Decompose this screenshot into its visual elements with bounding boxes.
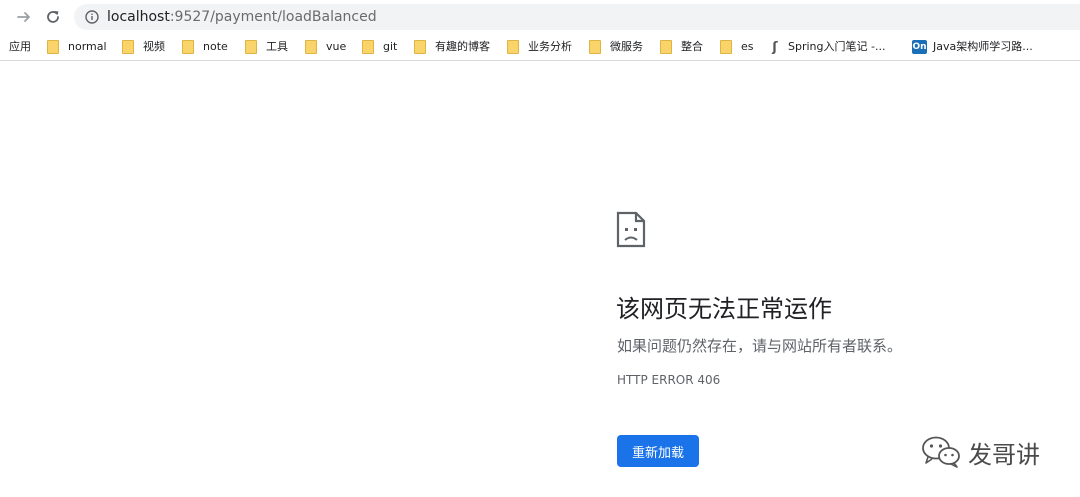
bookmark-integration[interactable]: 整合 xyxy=(660,34,703,60)
folder-icon xyxy=(122,40,134,54)
on-site-icon: On xyxy=(912,40,927,54)
folder-icon xyxy=(245,40,257,54)
url-text[interactable]: localhost:9527/payment/loadBalanced xyxy=(107,9,377,25)
info-icon[interactable] xyxy=(84,9,100,25)
bookmark-normal[interactable]: normal xyxy=(47,34,107,60)
error-code: HTTP ERROR 406 xyxy=(617,373,721,387)
wechat-icon xyxy=(922,436,960,468)
bookmark-vue[interactable]: vue xyxy=(305,34,346,60)
bookmark-spring-notes[interactable]: ʃ Spring入门笔记 -... xyxy=(768,34,885,60)
browser-toolbar: localhost:9527/payment/loadBalanced xyxy=(0,0,1080,34)
bookmarks-bar: 应用 normal 视频 note 工具 vue git 有趣的博客 业务分析 … xyxy=(0,34,1080,61)
reload-icon xyxy=(47,11,59,23)
bookmark-java-architect[interactable]: On Java架构师学习路... xyxy=(912,34,1033,60)
error-description: 如果问题仍然存在，请与网站所有者联系。 xyxy=(617,337,903,355)
folder-icon xyxy=(47,40,59,54)
reload-button[interactable]: 重新加载 xyxy=(617,435,699,467)
folder-icon xyxy=(362,40,374,54)
bookmark-microservices[interactable]: 微服务 xyxy=(589,34,643,60)
folder-icon xyxy=(182,40,194,54)
error-title: 该网页无法正常运作 xyxy=(616,295,832,323)
sad-page-icon xyxy=(616,211,646,248)
watermark-text: 发哥讲 xyxy=(968,440,1040,469)
reload-page-button[interactable] xyxy=(41,5,65,29)
bookmark-apps[interactable]: 应用 xyxy=(9,34,31,60)
bookmark-git[interactable]: git xyxy=(362,34,397,60)
spring-site-icon: ʃ xyxy=(772,39,778,55)
folder-icon xyxy=(414,40,426,54)
bookmark-interesting-blogs[interactable]: 有趣的博客 xyxy=(414,34,490,60)
folder-icon xyxy=(507,40,519,54)
bookmark-note[interactable]: note xyxy=(182,34,228,60)
folder-icon xyxy=(589,40,601,54)
bookmark-business-analysis[interactable]: 业务分析 xyxy=(507,34,572,60)
watermark: 发哥讲 xyxy=(920,432,1040,472)
folder-icon xyxy=(720,40,732,54)
folder-icon xyxy=(660,40,672,54)
address-bar[interactable]: localhost:9527/payment/loadBalanced xyxy=(74,4,1080,30)
bookmark-tools[interactable]: 工具 xyxy=(245,34,288,60)
bookmark-es[interactable]: es xyxy=(720,34,754,60)
bookmark-video[interactable]: 视频 xyxy=(122,34,165,60)
folder-icon xyxy=(305,40,317,54)
forward-button[interactable] xyxy=(12,5,36,29)
arrow-right-icon xyxy=(17,12,30,22)
